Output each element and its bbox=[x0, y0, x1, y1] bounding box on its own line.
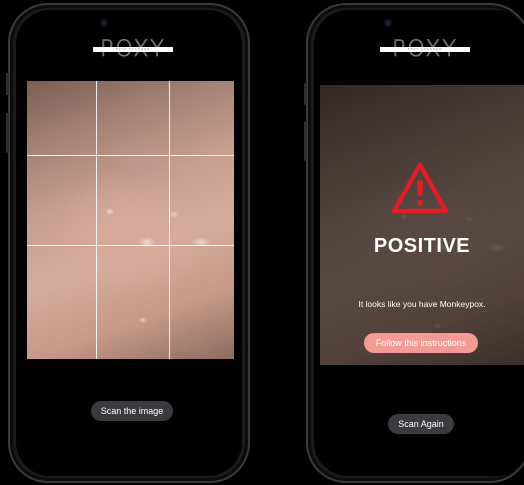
result-screen: POXY SKIN SCANNER POSITIVE It looks like… bbox=[314, 10, 524, 476]
scan-screen: POXY SKIN SCANNER Scan the image bbox=[16, 10, 242, 476]
app-logo: POXY SKIN SCANNER bbox=[93, 38, 173, 61]
front-camera bbox=[100, 19, 108, 27]
follow-instructions-button[interactable]: Follow this instructions bbox=[364, 333, 478, 353]
app-logo: POXY SKIN SCANNER bbox=[380, 38, 470, 61]
scan-grid-line bbox=[27, 155, 234, 156]
scan-grid-line bbox=[96, 81, 97, 359]
logo-tagline: SKIN SCANNER bbox=[93, 47, 173, 52]
skin-image bbox=[27, 81, 234, 359]
front-camera bbox=[384, 19, 392, 27]
phone-side-button bbox=[304, 83, 307, 105]
result-message: It looks like you have Monkeypox. bbox=[358, 299, 486, 309]
phone-side-button bbox=[6, 113, 9, 153]
phone-side-button bbox=[6, 73, 9, 95]
scan-again-button[interactable]: Scan Again bbox=[388, 414, 454, 434]
result-label: POSITIVE bbox=[373, 235, 471, 257]
result-photo bbox=[320, 85, 524, 365]
phone-result-screen: POXY SKIN SCANNER POSITIVE It looks like… bbox=[304, 3, 524, 483]
scan-image-button[interactable]: Scan the image bbox=[91, 401, 173, 421]
logo-tagline: SKIN SCANNER bbox=[380, 47, 470, 52]
phone-scan-screen: POXY SKIN SCANNER Scan the image bbox=[6, 3, 250, 483]
phone-side-button bbox=[304, 121, 307, 161]
scan-grid-line bbox=[27, 245, 234, 246]
scan-grid-line bbox=[169, 81, 170, 359]
scan-photo bbox=[27, 81, 234, 359]
warning-icon bbox=[391, 162, 449, 214]
skin-image-dimmed bbox=[320, 85, 524, 365]
